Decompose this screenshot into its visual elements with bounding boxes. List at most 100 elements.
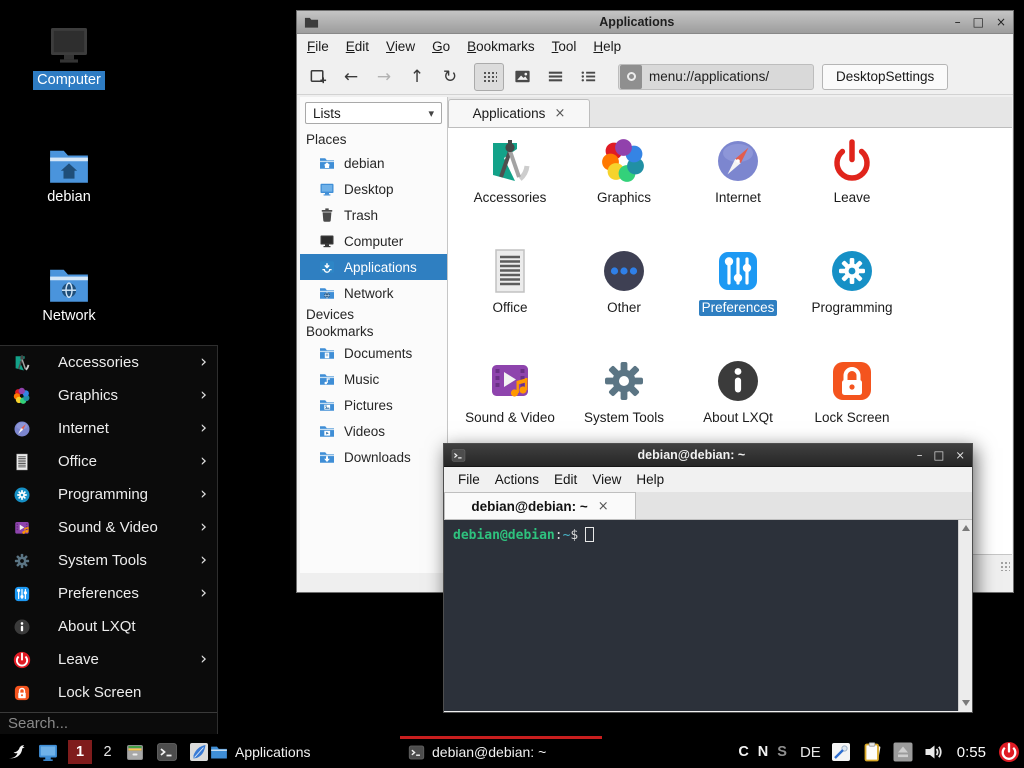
terminal-titlebar[interactable]: debian@debian: ~ – □ × xyxy=(444,444,972,467)
menu-item-programming[interactable]: Programming › xyxy=(0,478,217,511)
workspace-1-button[interactable]: 1 xyxy=(68,740,92,764)
clock[interactable]: 0:55 xyxy=(957,744,986,761)
grid-item-graphics[interactable]: Graphics xyxy=(567,136,681,246)
menu-tool[interactable]: Tool xyxy=(552,39,577,54)
sidebar-item-videos[interactable]: Videos xyxy=(300,418,447,444)
menu-file[interactable]: File xyxy=(307,39,329,54)
sidebar-item-applications[interactable]: Applications xyxy=(300,254,447,280)
detailed-list-view-button[interactable] xyxy=(540,63,570,91)
quicklaunch-file-manager[interactable] xyxy=(123,740,147,764)
thumbnail-view-button[interactable] xyxy=(507,63,537,91)
terminal-scrollbar[interactable] xyxy=(958,520,972,711)
menu-bookmarks[interactable]: Bookmarks xyxy=(467,39,535,54)
icon-view-button[interactable] xyxy=(474,63,504,91)
task-button-terminal[interactable]: debian@debian: ~ xyxy=(400,736,602,768)
show-desktop-button[interactable] xyxy=(36,740,60,764)
task-button-applications[interactable]: Applications xyxy=(202,736,398,768)
sidebar-item-network[interactable]: Network xyxy=(300,280,447,306)
menu-edit[interactable]: Edit xyxy=(346,39,369,54)
menu-item-internet[interactable]: Internet › xyxy=(0,412,217,445)
desktop-icon-computer[interactable]: Computer xyxy=(21,22,117,90)
grid-item-leave[interactable]: Leave xyxy=(795,136,909,246)
address-bar[interactable]: menu://applications/ xyxy=(618,64,814,90)
menu-item-accessories[interactable]: Accessories › xyxy=(0,346,217,379)
up-button[interactable]: ↑ xyxy=(402,63,432,91)
grid-item-preferences[interactable]: Preferences xyxy=(681,246,795,356)
submenu-chevron-icon: › xyxy=(200,387,207,404)
menu-help[interactable]: Help xyxy=(636,472,664,487)
sidebar-item-music[interactable]: Music xyxy=(300,366,447,392)
sidebar-item-debian[interactable]: debian xyxy=(300,150,447,176)
menu-item-office[interactable]: Office › xyxy=(0,445,217,478)
submenu-chevron-icon: › xyxy=(200,354,207,371)
scroll-up-icon[interactable] xyxy=(962,525,970,531)
internet-icon xyxy=(714,137,762,185)
sidebar-item-trash[interactable]: Trash xyxy=(300,202,447,228)
terminal-tab[interactable]: debian@debian: ~ × xyxy=(444,492,636,519)
menu-item-leave[interactable]: Leave › xyxy=(0,643,217,676)
grid-item-accessories[interactable]: Accessories xyxy=(453,136,567,246)
forward-button[interactable]: → xyxy=(369,63,399,91)
close-icon[interactable]: × xyxy=(955,444,965,467)
quicklaunch-terminal[interactable] xyxy=(155,740,179,764)
close-icon[interactable]: × xyxy=(996,11,1006,34)
workspace-2-button[interactable]: 2 xyxy=(100,744,115,760)
computer-icon xyxy=(47,26,91,68)
menu-item-about-lxqt[interactable]: About LXQt xyxy=(0,610,217,643)
reload-button[interactable]: ↻ xyxy=(435,63,465,91)
screenshot-tray-icon[interactable] xyxy=(830,741,852,763)
resize-grip[interactable] xyxy=(1000,561,1010,571)
grid-item-programming[interactable]: Programming xyxy=(795,246,909,356)
scroll-down-icon[interactable] xyxy=(962,700,970,706)
compact-view-button[interactable] xyxy=(573,63,603,91)
maximize-icon[interactable]: □ xyxy=(973,11,984,34)
menu-actions[interactable]: Actions xyxy=(495,472,539,487)
minimize-icon[interactable]: – xyxy=(955,11,961,34)
clipboard-tray-icon[interactable] xyxy=(861,741,883,763)
main-menu-button[interactable] xyxy=(4,740,28,764)
sidebar-item-desktop[interactable]: Desktop xyxy=(300,176,447,202)
menu-item-sound-video[interactable]: Sound & Video › xyxy=(0,511,217,544)
search-input[interactable]: Search... xyxy=(0,713,217,735)
sidebar-item-documents[interactable]: Documents xyxy=(300,340,447,366)
new-tab-button[interactable] xyxy=(303,63,333,91)
menu-edit[interactable]: Edit xyxy=(554,472,577,487)
shell-prompt: debian@debian:~$ xyxy=(453,527,594,543)
minimize-icon[interactable]: – xyxy=(917,444,923,467)
maximize-icon[interactable]: □ xyxy=(933,444,944,467)
system-tray[interactable]: C N S DE 0:55 xyxy=(738,736,1020,768)
tab-applications[interactable]: Applications × xyxy=(448,99,590,127)
power-button-icon[interactable] xyxy=(998,741,1020,763)
back-button[interactable]: ← xyxy=(336,63,366,91)
eject-removable-media-icon[interactable] xyxy=(892,741,914,763)
desktop-icon-network[interactable]: Network xyxy=(21,258,117,326)
sidebar-item-downloads[interactable]: Downloads xyxy=(300,444,447,470)
grid-item-office[interactable]: Office xyxy=(453,246,567,356)
new-tab-icon xyxy=(309,67,328,86)
grid-item-other[interactable]: Other xyxy=(567,246,681,356)
menu-item-preferences[interactable]: Preferences › xyxy=(0,577,217,610)
menu-go[interactable]: Go xyxy=(432,39,450,54)
desktop-icon-label: Computer xyxy=(33,71,105,90)
terminal-view[interactable]: debian@debian:~$ xyxy=(444,520,972,711)
keyboard-layout-indicator[interactable]: DE xyxy=(800,744,821,761)
menu-file[interactable]: File xyxy=(458,472,480,487)
desktop-settings-button[interactable]: DesktopSettings xyxy=(822,64,948,90)
menu-item-lock-screen[interactable]: Lock Screen xyxy=(0,676,217,709)
menu-view[interactable]: View xyxy=(592,472,621,487)
menu-item-system-tools[interactable]: System Tools › xyxy=(0,544,217,577)
menu-help[interactable]: Help xyxy=(593,39,621,54)
sidebar-mode-select[interactable]: Lists ▾ xyxy=(305,102,442,124)
volume-icon[interactable] xyxy=(923,741,945,763)
tab-close-icon[interactable]: × xyxy=(598,499,609,514)
menu-view[interactable]: View xyxy=(386,39,415,54)
fm-titlebar[interactable]: Applications – □ × xyxy=(297,11,1013,34)
desktop-icon-debian[interactable]: debian xyxy=(21,139,117,207)
menu-item-graphics[interactable]: Graphics › xyxy=(0,379,217,412)
sidebar-header-devices: Devices xyxy=(300,306,447,323)
file-manager-icon xyxy=(124,741,146,763)
grid-item-internet[interactable]: Internet xyxy=(681,136,795,246)
tab-close-icon[interactable]: × xyxy=(554,106,565,121)
sidebar-item-pictures[interactable]: Pictures xyxy=(300,392,447,418)
sidebar-item-computer[interactable]: Computer xyxy=(300,228,447,254)
